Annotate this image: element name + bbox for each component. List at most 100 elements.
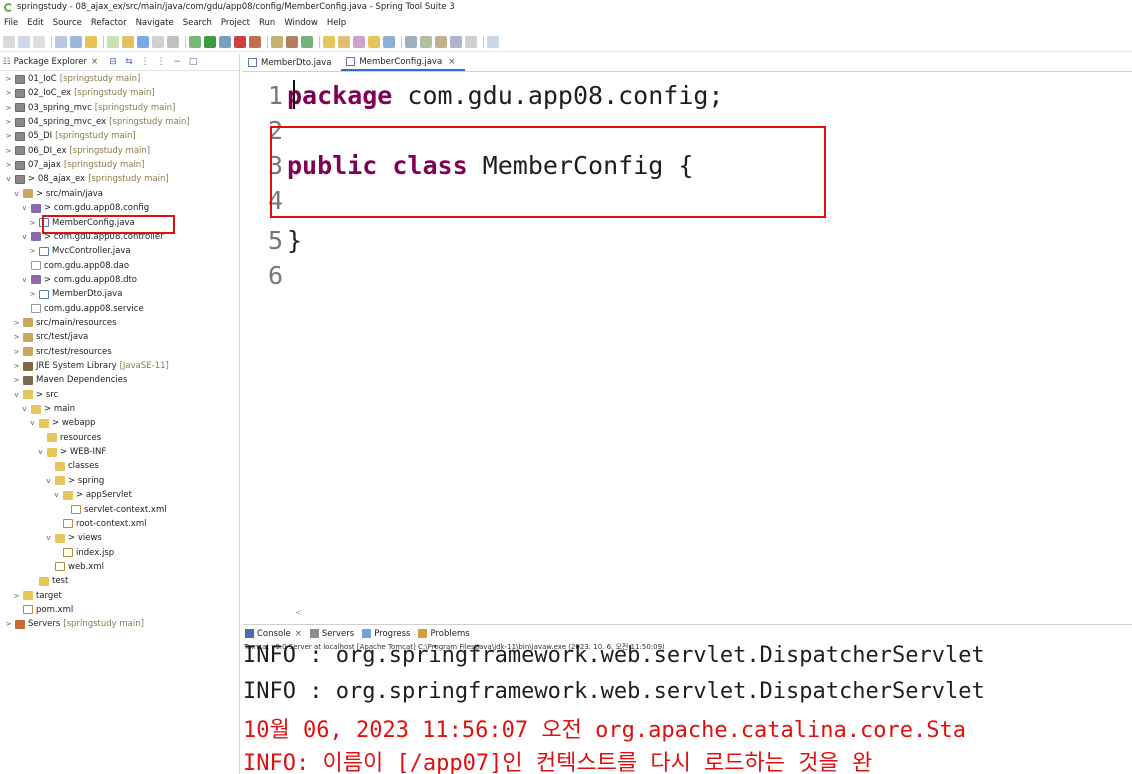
minimize-icon[interactable]: − xyxy=(172,57,182,67)
chevron-right-icon[interactable]: > xyxy=(4,161,13,169)
tree-item[interactable]: resources xyxy=(0,431,101,445)
filter-icon[interactable]: ⋮ xyxy=(140,57,150,67)
chevron-down-icon[interactable]: v xyxy=(4,175,13,183)
chevron-down-icon[interactable]: v xyxy=(20,204,29,212)
last-edit-icon[interactable] xyxy=(435,35,447,48)
close-icon[interactable]: × xyxy=(448,57,455,67)
chevron-right-icon[interactable]: > xyxy=(4,104,13,112)
tree-item[interactable]: com.gdu.app08.service xyxy=(0,302,144,316)
tree-item[interactable]: >02_IoC_ex [springstudy main] xyxy=(0,86,155,100)
tree-item[interactable]: v > src xyxy=(0,388,58,402)
tree-item[interactable]: v > 08_ajax_ex [springstudy main] xyxy=(0,172,168,186)
tree-item[interactable]: com.gdu.app08.dao xyxy=(0,259,129,273)
close-icon[interactable]: × xyxy=(91,57,98,67)
forward-icon[interactable] xyxy=(465,35,477,48)
tree-item[interactable]: >06_DI_ex [springstudy main] xyxy=(0,144,151,158)
chevron-right-icon[interactable]: > xyxy=(12,348,21,356)
back-icon[interactable] xyxy=(450,35,462,48)
tree-item[interactable]: v > main xyxy=(0,402,75,416)
tree-item[interactable]: pom.xml xyxy=(0,603,73,617)
chevron-right-icon[interactable]: > xyxy=(4,118,13,126)
pin-icon[interactable] xyxy=(122,35,134,48)
open-type-icon[interactable] xyxy=(55,35,67,48)
tree-item[interactable]: v > spring xyxy=(0,474,104,488)
chevron-down-icon[interactable]: v xyxy=(20,233,29,241)
chevron-right-icon[interactable]: > xyxy=(4,75,13,83)
new-package-icon[interactable] xyxy=(286,35,298,48)
save-icon[interactable] xyxy=(18,35,30,48)
debug-icon[interactable] xyxy=(189,35,201,48)
package-explorer-title[interactable]: Package Explorer xyxy=(14,57,87,67)
tree-item[interactable]: v > views xyxy=(0,531,101,545)
chevron-right-icon[interactable]: > xyxy=(4,132,13,140)
edit-icon[interactable] xyxy=(137,35,149,48)
tab-console[interactable]: Console × xyxy=(245,629,302,639)
close-icon[interactable]: × xyxy=(295,629,302,639)
menu-project[interactable]: Project xyxy=(221,18,250,28)
build-icon[interactable] xyxy=(85,35,97,48)
tree-item[interactable]: test xyxy=(0,574,68,588)
chevron-down-icon[interactable]: v xyxy=(12,190,21,198)
menu-source[interactable]: Source xyxy=(53,18,82,28)
tree-item[interactable]: servlet-context.xml xyxy=(0,503,167,517)
format-icon[interactable] xyxy=(167,35,179,48)
tree-item[interactable]: index.jsp xyxy=(0,546,114,560)
tree-item[interactable]: v > webapp xyxy=(0,416,95,430)
chevron-right-icon[interactable]: > xyxy=(28,247,37,255)
chevron-right-icon[interactable]: > xyxy=(28,219,37,227)
previous-annotation-icon[interactable] xyxy=(420,35,432,48)
tree-item[interactable]: > Maven Dependencies xyxy=(0,373,128,387)
open-file-icon[interactable] xyxy=(338,35,350,48)
maximize-icon[interactable]: □ xyxy=(188,57,198,67)
chevron-right-icon[interactable]: > xyxy=(12,319,21,327)
run-icon[interactable] xyxy=(204,35,216,48)
chevron-right-icon[interactable]: > xyxy=(4,147,13,155)
menu-navigate[interactable]: Navigate xyxy=(136,18,174,28)
tab-servers[interactable]: Servers xyxy=(309,629,354,639)
tree-item[interactable]: > MvcController.java xyxy=(0,244,131,258)
menu-search[interactable]: Search xyxy=(183,18,212,28)
tree-item[interactable]: root-context.xml xyxy=(0,517,147,531)
tree-item[interactable]: > src/test/java xyxy=(0,330,89,344)
tree-item[interactable]: > src/main/resources xyxy=(0,316,117,330)
tree-item[interactable]: > src/test/resources xyxy=(0,345,112,359)
chevron-down-icon[interactable]: v xyxy=(20,276,29,284)
search-icon[interactable] xyxy=(152,35,164,48)
coverage-icon[interactable] xyxy=(219,35,231,48)
tree-item[interactable]: >05_DI [springstudy main] xyxy=(0,129,136,143)
globe-icon[interactable] xyxy=(383,35,395,48)
tree-item[interactable]: web.xml xyxy=(0,560,104,574)
new-java-project-icon[interactable] xyxy=(271,35,283,48)
tree-item[interactable]: > Servers [springstudy main] xyxy=(0,617,144,631)
menu-window[interactable]: Window xyxy=(284,18,318,28)
tab-member-config[interactable]: MemberConfig.java × xyxy=(341,54,466,71)
chevron-right-icon[interactable]: > xyxy=(12,592,21,600)
link-with-editor-icon[interactable]: ⇆ xyxy=(124,57,134,67)
tree-item[interactable]: classes xyxy=(0,459,99,473)
tree-item[interactable]: v > WEB-INF xyxy=(0,445,106,459)
folder-icon[interactable] xyxy=(368,35,380,48)
chevron-down-icon[interactable]: v xyxy=(44,534,53,542)
chevron-right-icon[interactable]: > xyxy=(4,89,13,97)
chevron-down-icon[interactable]: v xyxy=(12,391,21,399)
editor-horizontal-scrollbar[interactable]: < xyxy=(243,608,1132,620)
chevron-down-icon[interactable]: v xyxy=(20,405,29,413)
tree-item[interactable]: > target xyxy=(0,589,62,603)
collapse-all-icon[interactable]: ⊟ xyxy=(108,57,118,67)
menu-refactor[interactable]: Refactor xyxy=(91,18,127,28)
save-all-icon[interactable] xyxy=(33,35,45,48)
tree-item[interactable]: > JRE System Library [JavaSE-11] xyxy=(0,359,169,373)
chevron-right-icon[interactable]: > xyxy=(12,376,21,384)
tree-item[interactable]: v > com.gdu.app08.dto xyxy=(0,273,137,287)
toggle-icon[interactable] xyxy=(70,35,82,48)
chevron-down-icon[interactable]: v xyxy=(44,477,53,485)
tree-item[interactable]: v > src/main/java xyxy=(0,187,103,201)
server-icon[interactable] xyxy=(249,35,261,48)
tree-item[interactable]: v > com.gdu.app08.config xyxy=(0,201,149,215)
perspective-icon[interactable] xyxy=(487,35,499,48)
chevron-down-icon[interactable]: v xyxy=(28,419,37,427)
stop-icon[interactable] xyxy=(234,35,246,48)
view-menu-icon[interactable]: ⋮ xyxy=(156,57,166,67)
next-annotation-icon[interactable] xyxy=(405,35,417,48)
chevron-right-icon[interactable]: > xyxy=(12,333,21,341)
